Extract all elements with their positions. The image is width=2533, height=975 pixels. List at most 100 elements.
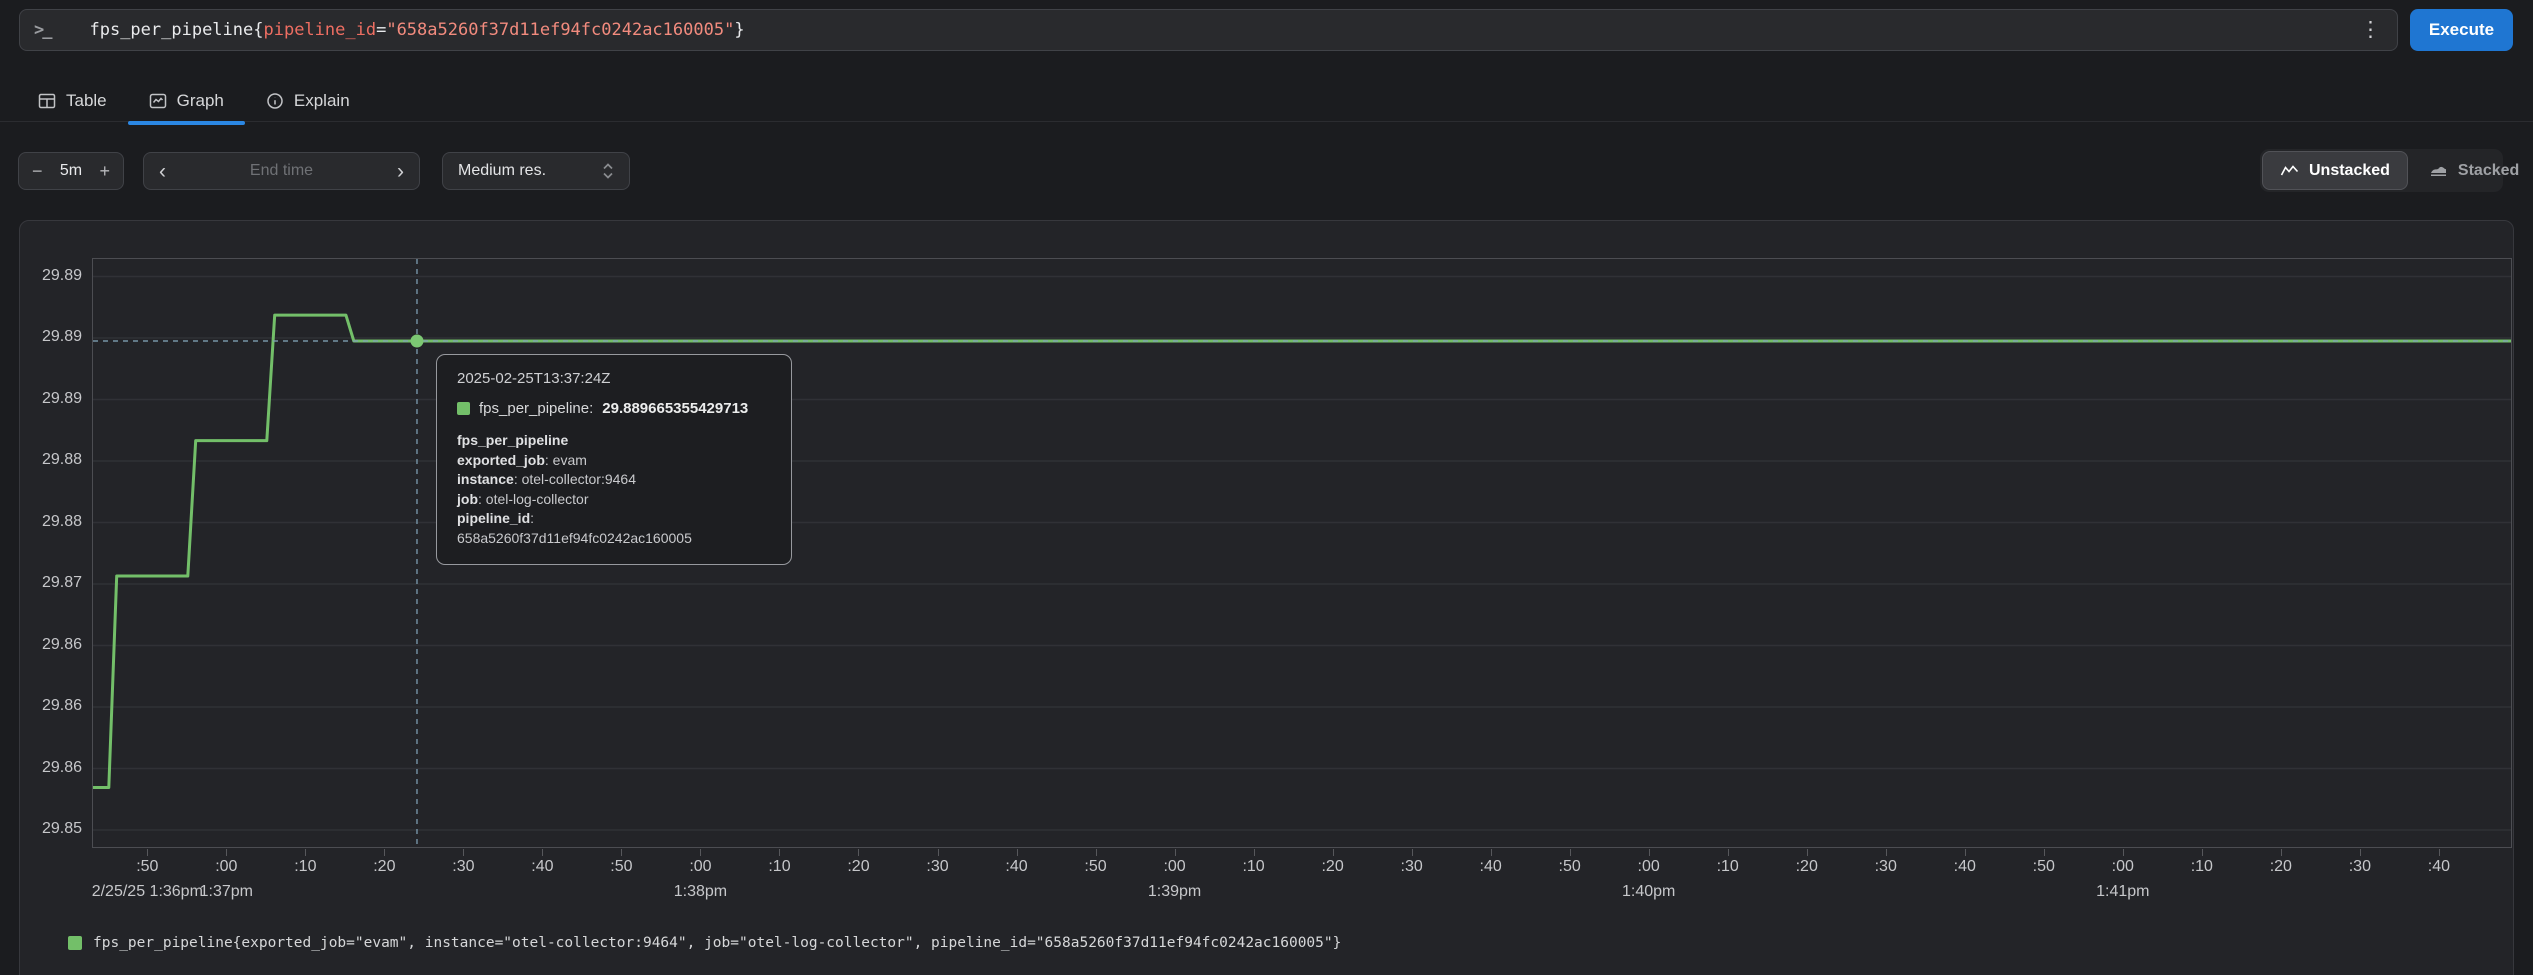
- tooltip-label-row: job: otel-log-collector: [457, 490, 771, 510]
- x-tick-mark: [858, 849, 859, 856]
- resolution-select[interactable]: Medium res.: [442, 152, 630, 190]
- x-tick-label: :40: [531, 858, 553, 876]
- x-tick-mark: [2360, 849, 2361, 856]
- resolution-value: Medium res.: [458, 162, 546, 180]
- select-chevrons-icon: [602, 161, 614, 181]
- x-tick-label: :00: [689, 858, 711, 876]
- query-input[interactable]: fps_per_pipeline{pipeline_id="658a5260f3…: [64, 20, 2344, 40]
- tabs-divider: [0, 121, 2533, 122]
- x-tick-label: :30: [1401, 858, 1423, 876]
- terminal-prompt-icon: >_: [20, 20, 64, 40]
- legend[interactable]: fps_per_pipeline{exported_job="evam", in…: [68, 935, 1341, 951]
- range-value-input[interactable]: 5m: [60, 162, 82, 180]
- range-increase-button[interactable]: +: [99, 161, 110, 182]
- x-tick-mark: [305, 849, 306, 856]
- info-icon: [266, 92, 284, 110]
- x-tick-label: :20: [373, 858, 395, 876]
- tooltip-series-name: fps_per_pipeline:: [479, 400, 593, 417]
- end-time-input[interactable]: End time: [250, 162, 313, 180]
- tab-table[interactable]: Table: [17, 80, 128, 122]
- x-tick-label: :10: [1242, 858, 1264, 876]
- x-tick-mark: [938, 849, 939, 856]
- query-bar: >_ fps_per_pipeline{pipeline_id="658a526…: [19, 9, 2398, 51]
- end-time-picker: ‹ End time ›: [143, 152, 420, 190]
- x-tick-label: :10: [768, 858, 790, 876]
- x-tick-label: :30: [926, 858, 948, 876]
- tooltip-label-row: exported_job: evam: [457, 451, 771, 471]
- x-tick-mark: [542, 849, 543, 856]
- x-tick-mark: [1175, 849, 1176, 856]
- x-tick-label: :50: [610, 858, 632, 876]
- x-tick-mark: [621, 849, 622, 856]
- x-tick-label: :10: [1717, 858, 1739, 876]
- range-decrease-button[interactable]: −: [32, 161, 43, 182]
- time-back-chevron-icon[interactable]: ‹: [157, 161, 168, 182]
- graph-panel: 29.8929.8929.8929.8829.8829.8729.8629.86…: [19, 220, 2514, 975]
- x-tick-mark: [1491, 849, 1492, 856]
- x-tick-mark: [779, 849, 780, 856]
- legend-swatch: [68, 936, 82, 950]
- x-tick-mark: [1570, 849, 1571, 856]
- series-swatch: [457, 402, 470, 415]
- x-tick-label: :30: [2349, 858, 2371, 876]
- x-tick-mark: [1886, 849, 1887, 856]
- x-tick-mark: [384, 849, 385, 856]
- x-tick-label: :50: [1559, 858, 1581, 876]
- kebab-menu-icon[interactable]: ⋮: [2344, 9, 2397, 51]
- x-tick-mark: [2044, 849, 2045, 856]
- x-tick-mark: [1412, 849, 1413, 856]
- x-tick-label: :40: [1005, 858, 1027, 876]
- x-tick-sublabel: 1:37pm: [200, 883, 253, 901]
- y-tick-label: 29.89: [20, 389, 82, 409]
- x-tick-mark: [147, 849, 148, 856]
- x-tick-mark: [1017, 849, 1018, 856]
- x-tick-label: :20: [847, 858, 869, 876]
- stacking-toggle: Unstacked Stacked: [2260, 149, 2503, 192]
- x-tick-label: :40: [1954, 858, 1976, 876]
- table-icon: [38, 92, 56, 110]
- x-tick-label: :00: [2112, 858, 2134, 876]
- hover-tooltip: 2025-02-25T13:37:24Z fps_per_pipeline: 2…: [436, 354, 792, 565]
- x-tick-mark: [226, 849, 227, 856]
- stacked-area-icon: [2429, 163, 2448, 178]
- unstacked-button[interactable]: Unstacked: [2262, 151, 2408, 190]
- y-tick-label: 29.89: [20, 327, 82, 347]
- tab-explain-label: Explain: [294, 91, 350, 111]
- x-tick-label: :20: [1321, 858, 1343, 876]
- x-tick-label: :10: [2191, 858, 2213, 876]
- x-tick-sublabel: 1:40pm: [1622, 883, 1675, 901]
- stacked-button[interactable]: Stacked: [2412, 151, 2533, 190]
- x-tick-mark: [463, 849, 464, 856]
- time-forward-chevron-icon[interactable]: ›: [395, 161, 406, 182]
- x-tick-label: :00: [1638, 858, 1660, 876]
- unstacked-line-icon: [2280, 163, 2299, 178]
- x-tick-sublabel: 1:39pm: [1148, 883, 1201, 901]
- x-tick-mark: [2123, 849, 2124, 856]
- y-tick-label: 29.89: [20, 266, 82, 286]
- x-tick-mark: [1096, 849, 1097, 856]
- x-tick-label: :50: [136, 858, 158, 876]
- x-tick-mark: [1649, 849, 1650, 856]
- y-tick-label: 29.85: [20, 819, 82, 839]
- tab-graph[interactable]: Graph: [128, 80, 245, 122]
- x-tick-mark: [1965, 849, 1966, 856]
- x-tick-sublabel: 1:38pm: [674, 883, 727, 901]
- x-tick-mark: [2439, 849, 2440, 856]
- x-tick-label: :20: [2270, 858, 2292, 876]
- y-tick-label: 29.86: [20, 758, 82, 778]
- tab-explain[interactable]: Explain: [245, 80, 371, 122]
- unstacked-label: Unstacked: [2309, 162, 2390, 180]
- tab-bar: Table Graph Explain: [17, 80, 371, 122]
- stacked-label: Stacked: [2458, 162, 2519, 180]
- x-tick-label: :50: [1084, 858, 1106, 876]
- x-tick-sublabel: 2/25/25 1:36pm: [92, 883, 203, 901]
- tab-graph-label: Graph: [177, 91, 224, 111]
- x-tick-label: :40: [1480, 858, 1502, 876]
- x-tick-mark: [1807, 849, 1808, 856]
- x-tick-label: :30: [1875, 858, 1897, 876]
- x-tick-mark: [1728, 849, 1729, 856]
- execute-button[interactable]: Execute: [2410, 9, 2513, 51]
- tooltip-series-row: fps_per_pipeline: 29.889665355429713: [457, 400, 771, 417]
- tooltip-label-row: instance: otel-collector:9464: [457, 470, 771, 490]
- x-tick-label: :30: [452, 858, 474, 876]
